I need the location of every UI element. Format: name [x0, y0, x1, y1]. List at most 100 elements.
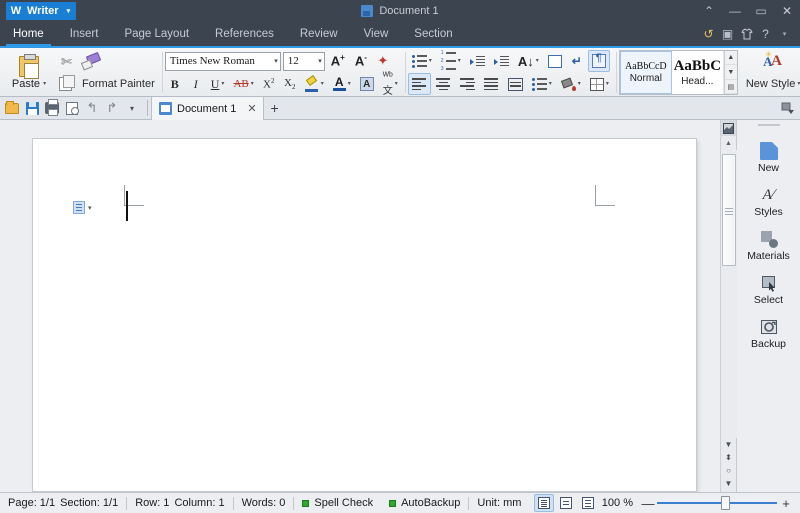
open-button[interactable]	[3, 99, 21, 118]
chevron-down-icon[interactable]: ▾	[272, 57, 278, 65]
font-color-button[interactable]: A ▾	[329, 73, 355, 95]
word-count-indicator[interactable]: Words: 0	[234, 493, 294, 513]
paragraph-settings-button[interactable]	[587, 50, 610, 72]
shrink-font-button[interactable]: A-	[351, 50, 371, 72]
font-size-input[interactable]: 12 ▾	[282, 51, 325, 71]
panel-item-materials[interactable]: Materials	[737, 224, 800, 268]
autobackup-toggle[interactable]: AutoBackup	[381, 493, 468, 513]
tab-page-layout[interactable]: Page Layout	[111, 22, 202, 46]
paragraph-quick-button[interactable]: ▾	[73, 201, 92, 214]
save-button[interactable]	[23, 99, 41, 118]
panel-collapse-handle[interactable]	[757, 124, 780, 126]
chevron-down-icon[interactable]: ▾	[776, 26, 793, 43]
scrollbar-thumb[interactable]	[721, 154, 736, 266]
tab-home[interactable]: Home	[0, 22, 57, 46]
redo-button[interactable]: ↱	[103, 99, 121, 118]
style-item-heading[interactable]: AaBbC Head...	[671, 51, 724, 94]
chevron-down-icon[interactable]: ▾	[321, 81, 324, 87]
zoom-out-button[interactable]: —	[641, 496, 655, 511]
distribute-button[interactable]	[504, 73, 527, 95]
zoom-level-label[interactable]: 100 %	[600, 497, 639, 509]
table-grid-button[interactable]	[544, 50, 566, 72]
refresh-icon[interactable]: ↺	[700, 26, 717, 43]
maximize-button[interactable]: ▭	[748, 0, 774, 22]
chevron-down-icon[interactable]: ▾	[348, 81, 351, 87]
cursor-position-indicator[interactable]: Row: 1 Column: 1	[127, 493, 232, 513]
tab-review[interactable]: Review	[287, 22, 351, 46]
character-shading-button[interactable]: A	[356, 73, 378, 95]
align-right-button[interactable]	[456, 73, 479, 95]
clear-formatting-button[interactable]: ✦	[373, 50, 393, 72]
scroll-up-button[interactable]: ▲	[721, 136, 737, 150]
chevron-down-icon[interactable]: ▾	[536, 58, 539, 64]
page-indicator[interactable]: Page: 1/1 Section: 1/1	[0, 493, 126, 513]
tab-insert[interactable]: Insert	[57, 22, 112, 46]
tab-section[interactable]: Section	[401, 22, 465, 46]
new-style-button[interactable]: New Style ▾	[742, 73, 800, 95]
chevron-down-icon[interactable]: ▾	[251, 81, 254, 87]
show-formatting-marks-button[interactable]: ↵	[567, 50, 587, 72]
decrease-indent-button[interactable]	[466, 50, 489, 72]
panel-item-backup[interactable]: Backup	[737, 312, 800, 356]
document-canvas[interactable]: ▾	[0, 120, 720, 492]
panel-item-select[interactable]: Select	[737, 268, 800, 312]
document-tab[interactable]: Document 1 ✕	[151, 97, 264, 120]
bullet-list-button[interactable]: ▾	[408, 50, 436, 72]
close-button[interactable]: ✕	[774, 0, 800, 22]
align-left-button[interactable]	[407, 73, 431, 95]
align-justify-button[interactable]	[480, 73, 503, 95]
split-view-button[interactable]	[720, 120, 737, 136]
previous-page-button[interactable]: ▼	[721, 438, 737, 451]
document-page[interactable]: ▾	[33, 139, 696, 491]
copy-button[interactable]	[55, 73, 76, 95]
chevron-down-icon[interactable]: ▾	[578, 81, 581, 87]
sort-button[interactable]: A↓ ▾	[514, 50, 543, 72]
styles-more-button[interactable]: ▤	[724, 80, 737, 94]
grow-font-button[interactable]: A+	[327, 50, 349, 72]
increase-indent-button[interactable]	[490, 50, 513, 72]
chevron-down-icon[interactable]: ▾	[429, 58, 432, 64]
subscript-button[interactable]: X2	[280, 73, 300, 95]
minimize-button[interactable]: —	[722, 0, 748, 22]
strikethrough-button[interactable]: AB ▾	[229, 73, 257, 95]
vertical-scrollbar[interactable]: ▲ ▼ ⬍ ○ ▼	[720, 120, 737, 492]
browse-object-button[interactable]: ○	[721, 464, 737, 477]
web-layout-view-button[interactable]	[556, 494, 576, 512]
phonetic-guide-button[interactable]: ᵂᵇ 文 ▾	[379, 71, 402, 96]
print-layout-view-button[interactable]	[533, 494, 554, 512]
next-page-button[interactable]: ▼	[721, 477, 737, 490]
styles-scroll-down-button[interactable]: ▼	[724, 66, 737, 80]
format-painter-button[interactable]: Format Painter	[78, 73, 159, 95]
image-icon[interactable]: ▣	[719, 26, 736, 43]
close-icon[interactable]: ✕	[247, 102, 256, 115]
panel-item-new[interactable]: New	[737, 136, 800, 180]
bold-button[interactable]: B	[165, 73, 185, 95]
scrollbar-track[interactable]	[720, 150, 737, 438]
chevron-down-icon[interactable]: ▾	[458, 58, 461, 64]
spell-check-toggle[interactable]: Spell Check	[294, 493, 381, 513]
chevron-down-icon[interactable]: ▾	[395, 81, 398, 87]
style-item-normal[interactable]: AaBbCcD Normal	[619, 51, 672, 94]
cut-button[interactable]: ✄	[55, 50, 78, 72]
font-name-input[interactable]: Times New Roman ▾	[164, 51, 281, 71]
unit-indicator[interactable]: Unit: mm	[469, 493, 529, 513]
customize-quick-access-button[interactable]: ▾	[123, 99, 141, 118]
undo-button[interactable]: ↰	[83, 99, 101, 118]
tab-overflow-button[interactable]	[778, 98, 798, 118]
tab-view[interactable]: View	[351, 22, 402, 46]
new-document-tab-button[interactable]: +	[264, 97, 286, 119]
styles-scroll-up-button[interactable]: ▲	[724, 51, 737, 65]
panel-item-styles[interactable]: A∕ Styles	[737, 180, 800, 224]
text-highlight-button[interactable]: ▾	[301, 73, 328, 95]
collapse-ribbon-button[interactable]: ⌃	[696, 0, 722, 22]
help-icon[interactable]: ?	[757, 26, 774, 43]
paste-button[interactable]: Paste ▾	[3, 50, 55, 95]
superscript-button[interactable]: X2	[259, 73, 279, 95]
skin-icon[interactable]	[738, 26, 755, 43]
zoom-slider[interactable]	[657, 496, 777, 510]
shading-button[interactable]: ▾	[557, 73, 585, 95]
chevron-down-icon[interactable]: ▾	[549, 81, 552, 87]
underline-button[interactable]: U ▾	[207, 73, 229, 95]
zoom-in-button[interactable]: +	[779, 496, 793, 511]
select-browse-object-button[interactable]: ⬍	[721, 451, 737, 464]
